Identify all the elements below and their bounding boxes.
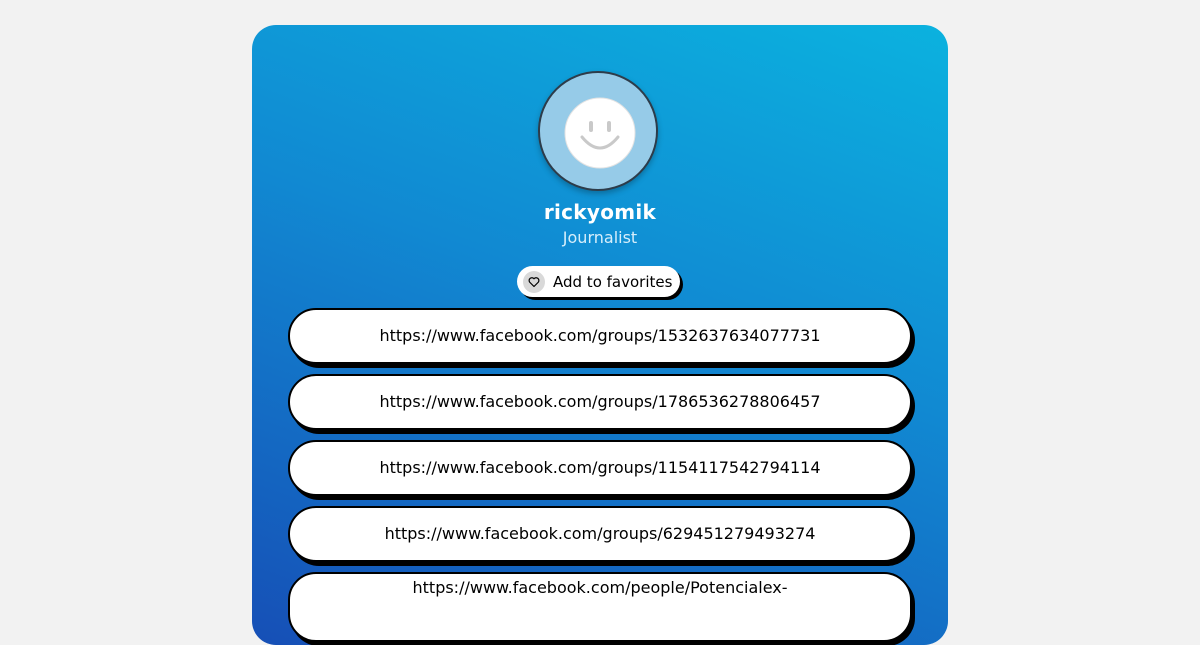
link-list: https://www.facebook.com/groups/15326376…	[288, 308, 912, 645]
heart-icon	[523, 270, 545, 293]
link-button[interactable]: https://www.facebook.com/people/Potencia…	[288, 572, 912, 642]
link-button[interactable]: https://www.facebook.com/groups/17865362…	[288, 374, 912, 430]
smiley-face-icon	[564, 97, 636, 169]
link-button[interactable]: https://www.facebook.com/groups/62945127…	[288, 506, 912, 562]
profile-username: rickyomik	[543, 200, 657, 224]
link-button[interactable]: https://www.facebook.com/groups/15326376…	[288, 308, 912, 364]
add-to-favorites-button[interactable]: Add to favorites	[517, 266, 681, 297]
add-to-favorites-label: Add to favorites	[553, 272, 673, 291]
link-button[interactable]: https://www.facebook.com/groups/11541175…	[288, 440, 912, 496]
avatar	[538, 71, 658, 191]
profile-card: rickyomik Journalist Add to favorites ht…	[252, 25, 948, 645]
profile-role: Journalist	[562, 228, 638, 247]
